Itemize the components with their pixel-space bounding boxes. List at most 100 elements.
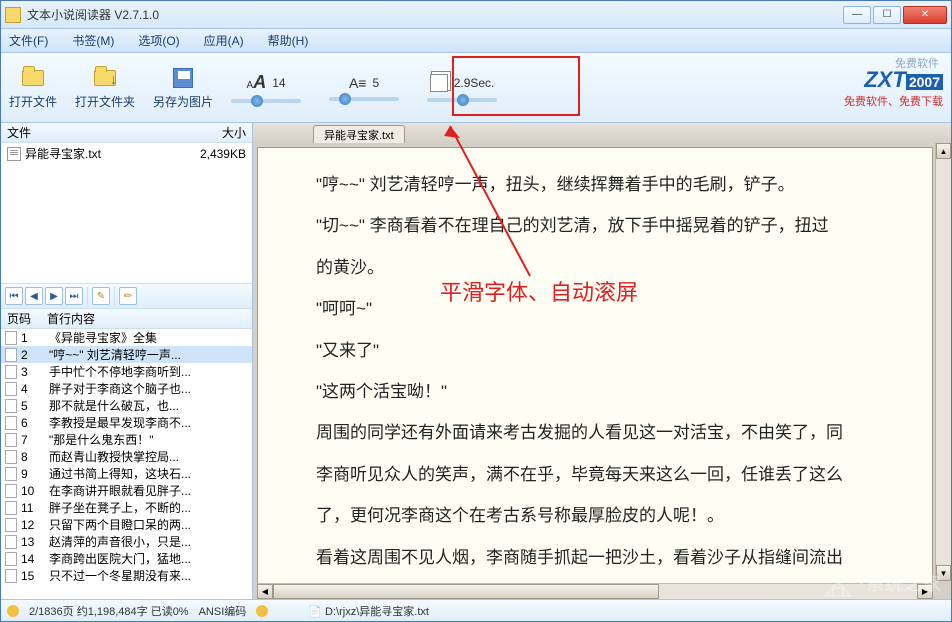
page-row[interactable]: 6李教授是最早发现李商不...: [1, 414, 252, 431]
minimize-button[interactable]: —: [843, 6, 871, 24]
file-list-header: 文件 大小: [1, 123, 252, 143]
line-spacing-control: A≡ 5: [329, 75, 399, 101]
close-button[interactable]: ✕: [903, 6, 947, 24]
paragraph: "又来了": [282, 332, 908, 369]
titlebar: 文本小说阅读器 V2.7.1.0 — ☐ ✕: [1, 1, 951, 29]
paragraph: "切~~" 李商看着不在理自己的刘艺清，放下手中摇晃着的铲子，扭过: [282, 207, 908, 244]
left-panel: 文件 大小 异能寻宝家.txt 2,439KB ⏮ ◀ ▶ ⏭ ✎ ✏: [1, 123, 253, 599]
font-size-value: 14: [272, 76, 285, 90]
file-row[interactable]: 异能寻宝家.txt 2,439KB: [1, 143, 252, 164]
menu-bookmark[interactable]: 书签(M): [72, 32, 114, 49]
open-file-button[interactable]: 打开文件: [9, 65, 57, 110]
page-row[interactable]: 5那不就是什么破瓦，也...: [1, 397, 252, 414]
page-icon: [5, 501, 17, 515]
menu-options[interactable]: 选项(O): [138, 32, 179, 49]
page-row[interactable]: 3手中忙个不停地李商听到...: [1, 363, 252, 380]
page-row[interactable]: 7"那是什么鬼东西！": [1, 431, 252, 448]
page-icon: [5, 416, 17, 430]
autoscroll-control: 2.9Sec.: [427, 74, 497, 102]
page-icon: [5, 450, 17, 464]
text-file-icon: [7, 147, 21, 161]
free-software-label: 免费软件: [895, 55, 939, 71]
line-spacing-slider[interactable]: [329, 97, 399, 101]
reader-pane: 异能寻宝家.txt "哼~~" 刘艺清轻哼一声，扭头，继续挥舞着手中的毛刷，铲子…: [253, 123, 951, 599]
page-icon: [5, 535, 17, 549]
status-icon-2: [256, 605, 268, 617]
toolbar: 打开文件 打开文件夹 另存为图片 AA 14 A≡ 5: [1, 53, 951, 123]
page-icon: [5, 552, 17, 566]
page-row[interactable]: 11胖子坐在凳子上，不断的...: [1, 499, 252, 516]
page-row[interactable]: 13赵清萍的声音很小，只是...: [1, 533, 252, 550]
reader-page[interactable]: "哼~~" 刘艺清轻哼一声，扭头，继续挥舞着手中的毛刷，铲子。"切~~" 李商看…: [257, 147, 933, 595]
nav-prev-button[interactable]: ◀: [25, 287, 43, 305]
autoscroll-slider[interactable]: [427, 98, 497, 102]
app-icon: [5, 7, 21, 23]
save-icon: [173, 68, 193, 88]
vertical-scrollbar[interactable]: ▲ ▼: [935, 143, 951, 581]
file-list: 异能寻宝家.txt 2,439KB: [1, 143, 252, 283]
horizontal-scrollbar[interactable]: ◀ ▶: [257, 583, 933, 599]
page-row[interactable]: 9通过书简上得知，这块石...: [1, 465, 252, 482]
nav-first-button[interactable]: ⏮: [5, 287, 23, 305]
page-row[interactable]: 10在李商讲开眼就看见胖子...: [1, 482, 252, 499]
scroll-thumb[interactable]: [273, 584, 659, 599]
page-icon: [5, 484, 17, 498]
nav-next-button[interactable]: ▶: [45, 287, 63, 305]
autoscroll-value: 2.9Sec.: [454, 76, 495, 90]
page-list[interactable]: 1《异能寻宝家》全集2"哼~~" 刘艺清轻哼一声...3手中忙个不停地李商听到.…: [1, 329, 252, 599]
page-list-header: 页码 首行内容: [1, 309, 252, 329]
save-image-button[interactable]: 另存为图片: [153, 65, 213, 110]
statusbar: 2/1836页 约1,198,484字 已读0% ANSI编码 📄 D:\rjx…: [1, 599, 951, 621]
page-row[interactable]: 12只留下两个目瞪口呆的两...: [1, 516, 252, 533]
menu-app[interactable]: 应用(A): [204, 32, 244, 49]
nav-tool-button[interactable]: ✎: [92, 287, 110, 305]
nav-edit-button[interactable]: ✏: [119, 287, 137, 305]
status-icon: [7, 605, 19, 617]
menu-file[interactable]: 文件(F): [9, 32, 48, 49]
page-icon: [5, 433, 17, 447]
status-encoding: ANSI编码: [199, 603, 247, 619]
page-icon: [5, 348, 17, 362]
paragraph: 了，更何况李商这个在考古系号称最厚脸皮的人呢！。: [282, 497, 908, 534]
nav-last-button[interactable]: ⏭: [65, 287, 83, 305]
tab-document[interactable]: 异能寻宝家.txt: [313, 125, 405, 143]
scroll-left-button[interactable]: ◀: [257, 584, 273, 599]
page-icon: [5, 365, 17, 379]
paragraph: "呵呵~": [282, 290, 908, 327]
page-row[interactable]: 8而赵青山教授快掌控局...: [1, 448, 252, 465]
page-row[interactable]: 1《异能寻宝家》全集: [1, 329, 252, 346]
page-icon: [5, 569, 17, 583]
window-title: 文本小说阅读器 V2.7.1.0: [27, 6, 843, 23]
page-row[interactable]: 14李商跨出医院大门，猛地...: [1, 550, 252, 567]
page-row[interactable]: 4胖子对于李商这个脑子也...: [1, 380, 252, 397]
page-icon: [5, 382, 17, 396]
status-path: D:\rjxz\异能寻宝家.txt: [325, 606, 429, 618]
folder-open-icon: [94, 70, 116, 86]
page-row[interactable]: 15只不过一个冬星期没有来...: [1, 567, 252, 584]
page-icon: [5, 518, 17, 532]
page-icon: [5, 467, 17, 481]
tab-strip: 异能寻宝家.txt: [253, 123, 951, 143]
pages-icon: [430, 74, 448, 92]
paragraph: 李商听见众人的笑声，满不在乎，毕竟每天来这么一回，任谁丢了这么: [282, 456, 908, 493]
scroll-up-button[interactable]: ▲: [936, 143, 951, 159]
page-row[interactable]: 2"哼~~" 刘艺清轻哼一声...: [1, 346, 252, 363]
open-folder-button[interactable]: 打开文件夹: [75, 65, 135, 110]
line-spacing-value: 5: [372, 76, 379, 90]
paragraph: 看着这周围不见人烟，李商随手抓起一把沙土，看着沙子从指缝间流出: [282, 539, 908, 576]
font-size-slider[interactable]: [231, 99, 301, 103]
status-position: 2/1836页 约1,198,484字 已读0%: [29, 603, 189, 619]
scroll-right-button[interactable]: ▶: [917, 584, 933, 599]
maximize-button[interactable]: ☐: [873, 6, 901, 24]
page-nav-toolbar: ⏮ ◀ ▶ ⏭ ✎ ✏: [1, 283, 252, 309]
paragraph: 的黄沙。: [282, 249, 908, 286]
page-icon: [5, 399, 17, 413]
scroll-down-button[interactable]: ▼: [936, 565, 951, 581]
logo[interactable]: ZXT2007 免费软件、免费下载: [844, 67, 943, 109]
font-size-control: AA 14: [231, 72, 301, 103]
folder-icon: [22, 70, 44, 86]
page-icon: [5, 331, 17, 345]
menu-help[interactable]: 帮助(H): [268, 32, 309, 49]
paragraph: 周围的同学还有外面请来考古发掘的人看见这一对活宝，不由笑了，同: [282, 414, 908, 451]
menubar: 文件(F) 书签(M) 选项(O) 应用(A) 帮助(H): [1, 29, 951, 53]
